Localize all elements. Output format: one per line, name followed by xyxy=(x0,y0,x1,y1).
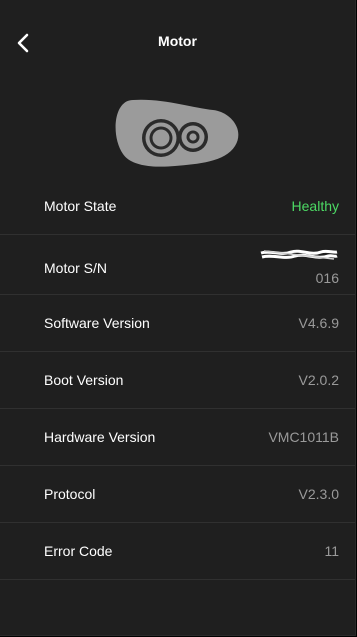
software-version-label: Software Version xyxy=(44,315,150,331)
row-error-code: Error Code 11 xyxy=(0,523,355,580)
row-boot-version: Boot Version V2.0.2 xyxy=(0,352,355,409)
motor-sn-label: Motor S/N xyxy=(44,260,108,276)
page-title: Motor xyxy=(158,33,197,49)
motor-state-value: Healthy xyxy=(291,198,339,214)
motor-state-label: Motor State xyxy=(44,198,117,214)
software-version-value: V4.6.9 xyxy=(298,315,339,331)
motor-sn-value: 016 xyxy=(315,270,339,286)
nav-bar: Motor xyxy=(0,0,355,84)
error-code-label: Error Code xyxy=(44,543,113,559)
row-hardware-version: Hardware Version VMC1011B xyxy=(0,409,355,466)
error-code-value: 11 xyxy=(324,543,339,559)
screen: Motor Motor State Healthy Motor S/N 016 … xyxy=(0,0,356,636)
hardware-version-value: VMC1011B xyxy=(268,429,339,445)
row-motor-sn: Motor S/N 016 xyxy=(0,235,355,295)
hardware-version-label: Hardware Version xyxy=(44,429,156,445)
boot-version-label: Boot Version xyxy=(44,372,124,388)
row-motor-state: Motor State Healthy xyxy=(0,178,355,235)
protocol-label: Protocol xyxy=(44,486,96,502)
info-list: Motor State Healthy Motor S/N 016 Softwa… xyxy=(0,178,355,580)
protocol-value: V2.3.0 xyxy=(298,486,339,502)
redaction-scribble xyxy=(260,249,338,260)
boot-version-value: V2.0.2 xyxy=(298,372,339,388)
row-protocol: Protocol V2.3.0 xyxy=(0,466,355,523)
motor-hero xyxy=(0,92,355,172)
row-software-version: Software Version V4.6.9 xyxy=(0,295,355,352)
motor-icon xyxy=(115,99,238,167)
